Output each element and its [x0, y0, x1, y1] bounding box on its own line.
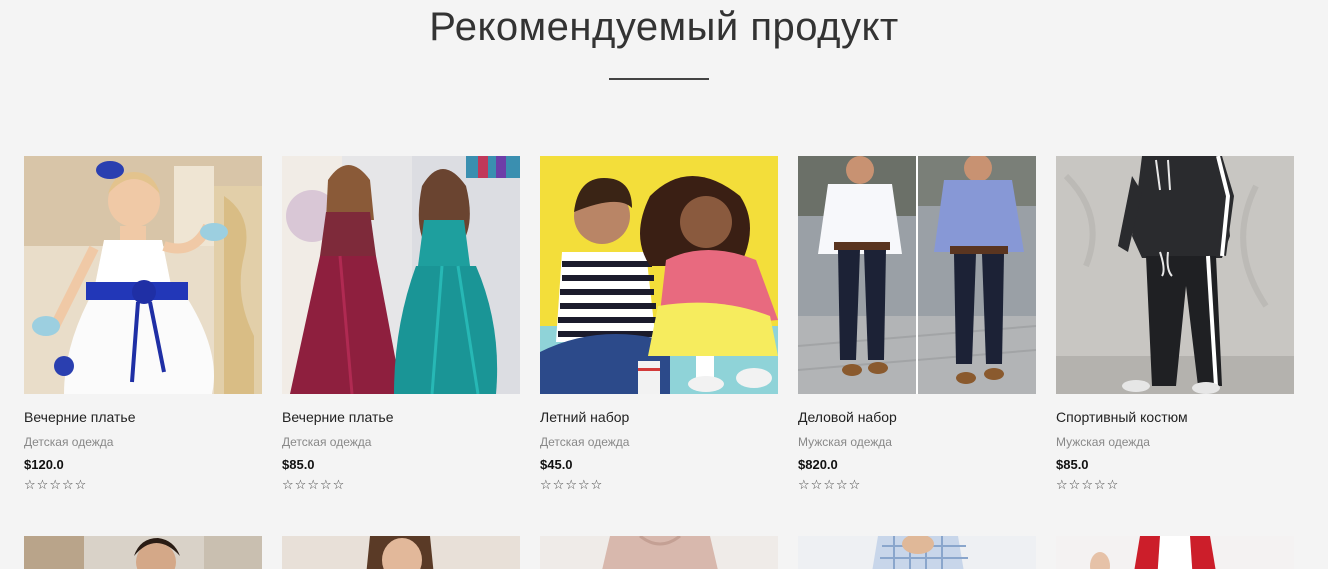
star-icon: ☆	[36, 478, 49, 493]
product-image-girl-white-dress[interactable]	[24, 156, 262, 394]
product-image-girls-satin-gowns[interactable]	[282, 156, 520, 394]
product-card[interactable]	[282, 536, 520, 569]
product-card[interactable]: Вечерние платье Детская одежда $120.0 ☆ …	[24, 156, 262, 493]
product-image-woman-portrait[interactable]	[282, 536, 520, 569]
product-card[interactable]	[24, 536, 262, 569]
product-price: $45.0	[540, 457, 573, 472]
product-row: Вечерние платье Детская одежда $120.0 ☆ …	[24, 156, 1304, 493]
section-title: Рекомендуемый продукт	[429, 5, 899, 49]
star-icon: ☆	[282, 478, 294, 493]
star-icon: ☆	[1093, 478, 1106, 493]
star-icon: ☆	[74, 478, 87, 493]
product-card[interactable]: Летний набор Детская одежда $45.0 ☆ ☆ ☆ …	[540, 156, 778, 493]
product-price: $85.0	[282, 457, 315, 472]
product-image-man-portrait[interactable]	[24, 536, 262, 569]
star-icon: ☆	[1068, 478, 1081, 493]
product-category: Детская одежда	[282, 435, 372, 449]
star-icon: ☆	[590, 478, 603, 493]
star-icon: ☆	[1081, 478, 1093, 493]
product-price: $85.0	[1056, 457, 1089, 472]
product-image-red-vest[interactable]	[1056, 536, 1294, 569]
product-name[interactable]: Летний набор	[540, 409, 778, 425]
product-card[interactable]: Вечерние платье Детская одежда $85.0 ☆ ☆…	[282, 156, 520, 493]
star-icon: ☆	[49, 478, 61, 493]
star-icon: ☆	[319, 478, 332, 493]
star-icon: ☆	[848, 478, 861, 493]
product-price: $820.0	[798, 457, 838, 472]
rating-stars: ☆ ☆ ☆ ☆ ☆	[1056, 479, 1294, 493]
rating-stars: ☆ ☆ ☆ ☆ ☆	[24, 479, 262, 493]
star-icon: ☆	[1106, 478, 1119, 493]
star-icon: ☆	[1056, 478, 1068, 493]
product-category: Мужская одежда	[798, 435, 892, 449]
star-icon: ☆	[552, 478, 565, 493]
product-card[interactable]: Деловой набор Мужская одежда $820.0 ☆ ☆ …	[798, 156, 1036, 493]
product-name[interactable]: Вечерние платье	[24, 409, 262, 425]
product-card[interactable]	[1056, 536, 1294, 569]
product-category: Мужская одежда	[1056, 435, 1150, 449]
product-grid: Вечерние платье Детская одежда $120.0 ☆ …	[24, 156, 1304, 569]
star-icon: ☆	[798, 478, 810, 493]
product-image-beige-sweater[interactable]	[540, 536, 778, 569]
product-name[interactable]: Деловой набор	[798, 409, 1036, 425]
star-icon: ☆	[332, 478, 345, 493]
product-name[interactable]: Спортивный костюм	[1056, 409, 1294, 425]
star-icon: ☆	[577, 478, 590, 493]
star-icon: ☆	[61, 478, 74, 493]
product-image-men-business[interactable]	[798, 156, 1036, 394]
star-icon: ☆	[810, 478, 823, 493]
rating-stars: ☆ ☆ ☆ ☆ ☆	[798, 479, 1036, 493]
star-icon: ☆	[540, 478, 552, 493]
product-card[interactable]	[540, 536, 778, 569]
product-card[interactable]	[798, 536, 1036, 569]
product-price: $120.0	[24, 457, 64, 472]
product-image-tracksuit[interactable]	[1056, 156, 1294, 394]
product-image-plaid-shirt[interactable]	[798, 536, 1036, 569]
star-icon: ☆	[835, 478, 848, 493]
star-icon: ☆	[24, 478, 36, 493]
product-name[interactable]: Вечерние платье	[282, 409, 520, 425]
star-icon: ☆	[565, 478, 577, 493]
star-icon: ☆	[823, 478, 835, 493]
star-icon: ☆	[294, 478, 307, 493]
star-icon: ☆	[307, 478, 319, 493]
featured-products-section: Рекомендуемый продукт Вечерние платье Де…	[0, 0, 1328, 569]
product-category: Детская одежда	[540, 435, 630, 449]
product-category: Детская одежда	[24, 435, 114, 449]
product-row	[24, 536, 1304, 569]
product-image-kids-summer[interactable]	[540, 156, 778, 394]
rating-stars: ☆ ☆ ☆ ☆ ☆	[282, 479, 520, 493]
title-divider	[609, 78, 709, 80]
product-card[interactable]: Спортивный костюм Мужская одежда $85.0 ☆…	[1056, 156, 1294, 493]
rating-stars: ☆ ☆ ☆ ☆ ☆	[540, 479, 778, 493]
